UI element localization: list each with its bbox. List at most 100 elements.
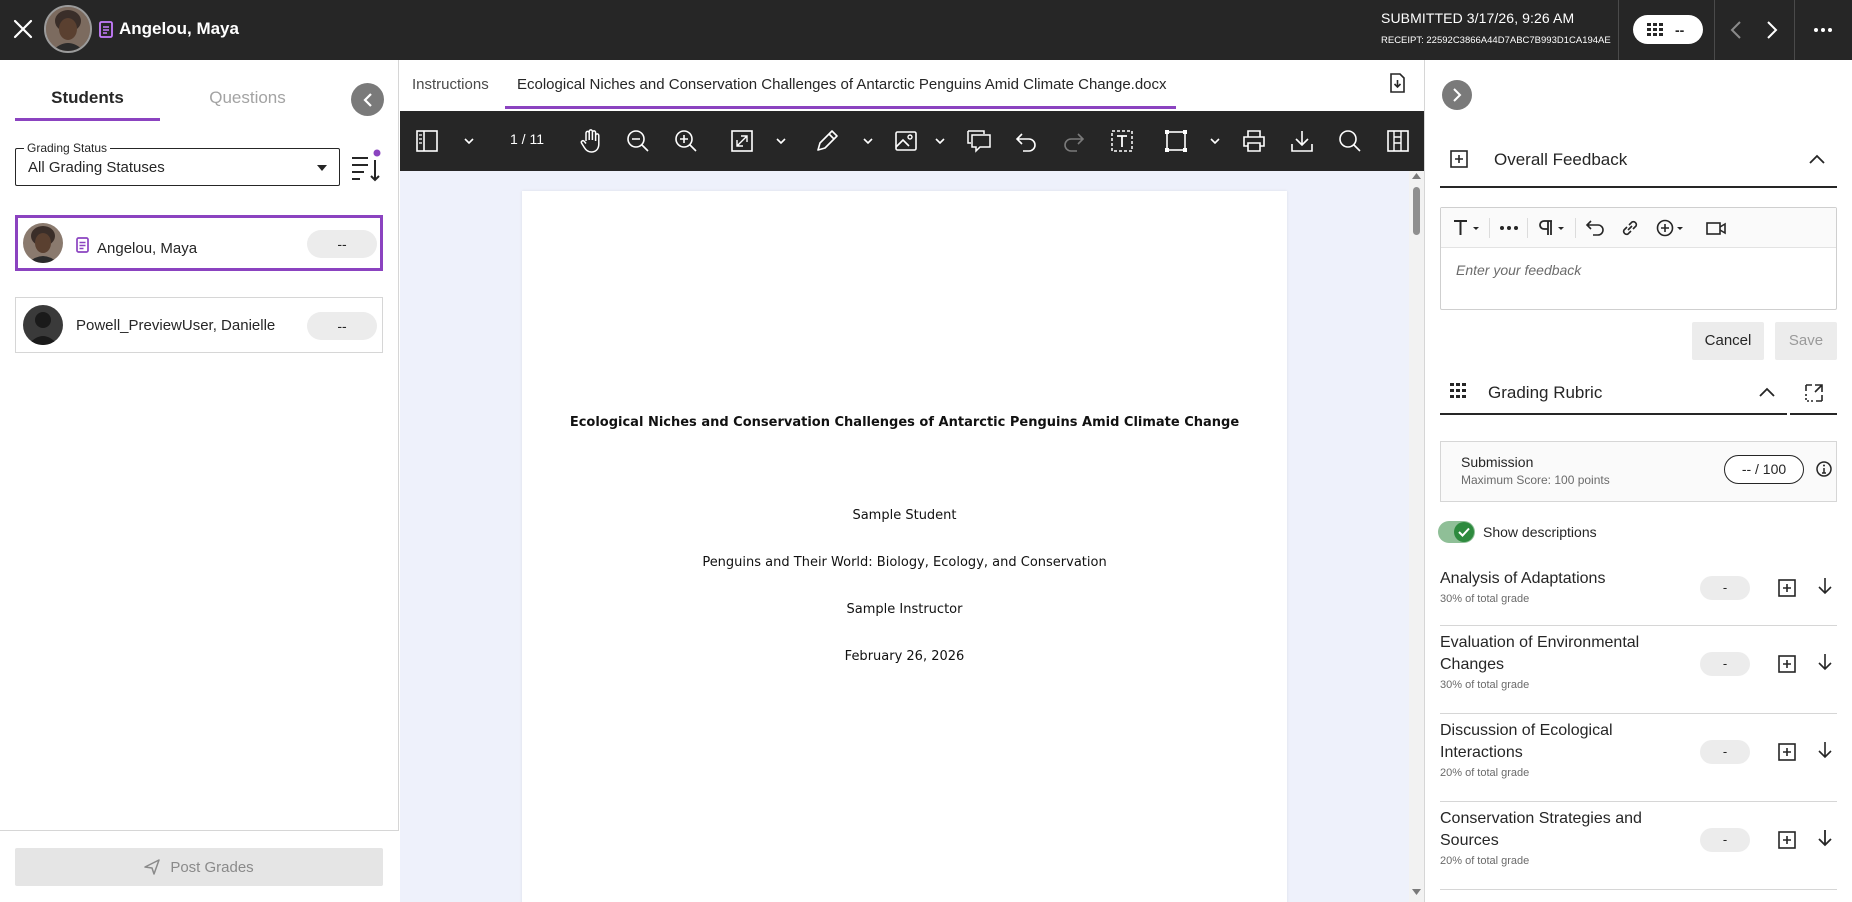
pan-hand-icon[interactable] [578, 126, 604, 156]
next-student-icon[interactable] [1760, 15, 1784, 45]
expand-criterion-icon[interactable] [1817, 653, 1833, 671]
student-row-angelou[interactable]: Angelou, Maya -- [15, 215, 383, 271]
rubric-criterion: Conservation Strategies and Sources 20% … [1440, 808, 1837, 890]
overall-grade-pill[interactable]: -- [1633, 15, 1703, 44]
grading-status-select[interactable]: Grading Status All Grading Statuses [15, 141, 340, 186]
criterion-score-pill[interactable]: - [1700, 828, 1750, 852]
submission-title: Submission [1461, 454, 1534, 470]
image-stamp-icon[interactable] [894, 126, 918, 156]
document-canvas[interactable]: Ecological Niches and Conservation Chall… [400, 171, 1409, 902]
paragraph-icon[interactable] [1537, 217, 1567, 239]
criterion-weight: 30% of total grade [1440, 679, 1530, 691]
avatar [23, 223, 63, 263]
criterion-weight: 20% of total grade [1440, 767, 1530, 779]
criterion-score-pill[interactable]: - [1700, 652, 1750, 676]
zoom-out-icon[interactable] [626, 126, 650, 156]
chevron-down-icon[interactable] [464, 126, 474, 156]
undo-icon[interactable] [1585, 217, 1605, 239]
grading-rubric-header[interactable]: Grading Rubric [1440, 373, 1787, 415]
more-options-icon[interactable] [1808, 15, 1838, 45]
overall-feedback-title: Overall Feedback [1494, 150, 1628, 169]
document-tabs: Instructions Ecological Niches and Conse… [400, 60, 1424, 111]
active-tab-indicator [505, 106, 1176, 109]
criterion-score-pill[interactable]: - [1700, 740, 1750, 764]
zoom-in-icon[interactable] [674, 126, 698, 156]
redo-icon[interactable] [1062, 126, 1086, 156]
info-icon[interactable] [1816, 461, 1832, 477]
tab-document[interactable]: Ecological Niches and Conservation Chall… [517, 76, 1167, 93]
chevron-left-icon [362, 92, 372, 107]
comment-icon[interactable] [966, 126, 992, 156]
scroll-up-icon[interactable] [1412, 173, 1421, 179]
student-name: Powell_PreviewUser, Danielle [76, 317, 276, 334]
collapse-grading-panel-button[interactable] [1442, 80, 1472, 110]
student-list-panel: Students Questions Grading Status All Gr… [0, 60, 399, 902]
send-icon [144, 859, 161, 875]
expand-rubric-icon[interactable] [1790, 373, 1837, 415]
download-file-icon[interactable] [1388, 73, 1406, 93]
student-grade-pill[interactable]: -- [307, 312, 377, 340]
record-video-icon[interactable] [1706, 217, 1726, 239]
check-icon [1454, 522, 1474, 542]
scroll-down-icon[interactable] [1412, 889, 1421, 895]
chevron-down-icon[interactable] [863, 126, 873, 156]
add-criterion-feedback-icon[interactable] [1778, 831, 1796, 849]
student-name: Angelou, Maya [119, 19, 239, 38]
add-criterion-feedback-icon[interactable] [1778, 579, 1796, 597]
link-icon[interactable] [1620, 217, 1640, 239]
expand-criterion-icon[interactable] [1817, 829, 1833, 847]
expand-criterion-icon[interactable] [1817, 741, 1833, 759]
text-box-icon[interactable] [1110, 126, 1134, 156]
expand-criterion-icon[interactable] [1817, 577, 1833, 595]
rubric-criterion: Discussion of Ecological Interactions 20… [1440, 720, 1837, 802]
insert-content-icon[interactable] [1656, 217, 1686, 239]
chevron-down-icon[interactable] [776, 126, 786, 156]
tab-students[interactable]: Students [15, 88, 160, 108]
download-icon[interactable] [1290, 126, 1314, 156]
document-course: Penguins and Their World: Biology, Ecolo… [702, 555, 1107, 570]
feedback-editor[interactable]: Enter your feedback [1440, 207, 1837, 310]
save-button[interactable]: Save [1775, 322, 1837, 360]
close-icon[interactable] [8, 14, 38, 44]
submission-document-icon [99, 21, 113, 38]
collapse-panel-button[interactable] [351, 83, 384, 116]
chevron-up-icon[interactable] [1759, 387, 1775, 397]
criterion-score-pill[interactable]: - [1700, 576, 1750, 600]
criterion-weight: 30% of total grade [1440, 593, 1530, 605]
feedback-placeholder: Enter your feedback [1456, 262, 1582, 278]
chevron-down-icon[interactable] [1210, 126, 1220, 156]
student-row-powell[interactable]: Powell_PreviewUser, Danielle -- [15, 297, 383, 353]
criterion-name: Conservation Strategies and Sources [1440, 810, 1642, 849]
pen-annotate-icon[interactable] [814, 126, 840, 156]
add-criterion-feedback-icon[interactable] [1778, 743, 1796, 761]
tab-instructions[interactable]: Instructions [412, 76, 489, 93]
submission-document-icon [76, 237, 89, 253]
search-icon[interactable] [1338, 126, 1362, 156]
chevron-up-icon[interactable] [1809, 154, 1825, 164]
overall-feedback-header[interactable]: Overall Feedback [1440, 140, 1837, 188]
scrollbar-thumb[interactable] [1413, 187, 1420, 235]
tab-questions[interactable]: Questions [175, 88, 320, 108]
fit-page-icon[interactable] [730, 126, 754, 156]
sidebar-toggle-icon[interactable] [415, 126, 439, 156]
post-grades-button[interactable]: Post Grades [15, 848, 383, 886]
previous-student-icon[interactable] [1724, 15, 1748, 45]
add-criterion-feedback-icon[interactable] [1778, 655, 1796, 673]
book-view-icon[interactable] [1386, 126, 1410, 156]
submission-score-pill[interactable]: -- / 100 [1724, 455, 1804, 484]
student-grade-pill[interactable]: -- [307, 230, 377, 258]
more-formatting-icon[interactable] [1499, 217, 1519, 239]
print-icon[interactable] [1242, 126, 1266, 156]
text-format-icon[interactable] [1453, 217, 1481, 239]
sort-icon[interactable] [350, 148, 384, 184]
page-indicator: 1 / 11 [510, 131, 544, 147]
student-avatar [44, 5, 92, 53]
cancel-button[interactable]: Cancel [1692, 322, 1764, 360]
chevron-down-icon[interactable] [935, 126, 945, 156]
undo-icon[interactable] [1014, 126, 1038, 156]
submitted-timestamp: SUBMITTED 3/17/26, 9:26 AM [1381, 10, 1575, 26]
document-date: February 26, 2026 [844, 649, 965, 664]
document-scrollbar[interactable] [1409, 171, 1424, 902]
area-select-icon[interactable] [1164, 126, 1188, 156]
show-descriptions-toggle[interactable] [1438, 521, 1475, 543]
